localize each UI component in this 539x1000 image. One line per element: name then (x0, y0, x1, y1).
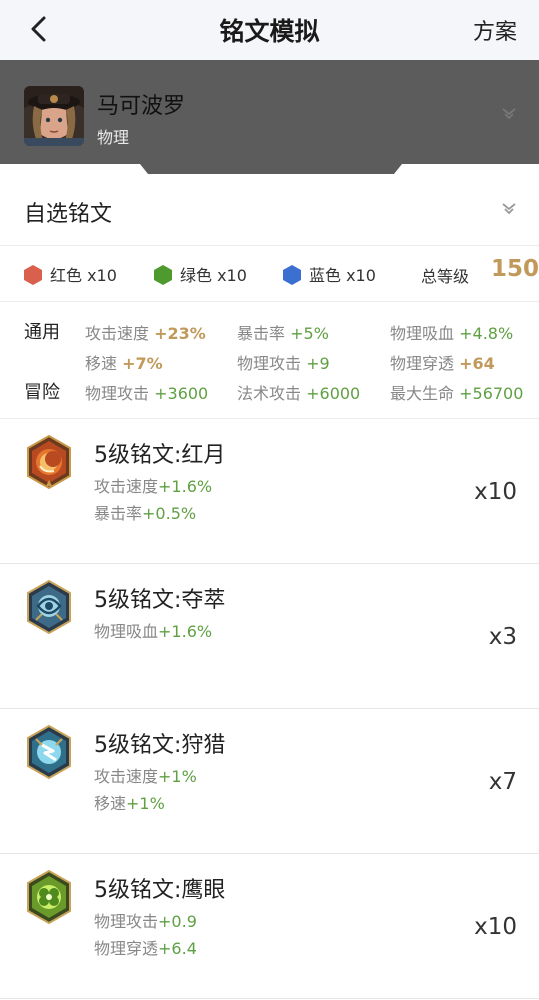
inscription-effect: 物理攻击+0.9 (94, 912, 197, 931)
stats-summary: 通用 冒险 攻击速度 +23% 暴击率 +5% 物理吸血 +4.8% 移速 +7… (0, 302, 539, 419)
red-hexagon-icon (24, 265, 42, 285)
stat-item: 法术攻击 +6000 (237, 384, 361, 403)
hero-panel-notch (140, 164, 402, 174)
stat-item: 移速 +7% (85, 354, 163, 373)
stat-item: 物理吸血 +4.8% (390, 324, 514, 343)
inscription-effect: 暴击率+0.5% (94, 504, 197, 523)
inscription-effect: 物理吸血+1.6% (94, 622, 213, 641)
hawkeye-icon (27, 870, 71, 924)
double-chevron-down-icon (502, 203, 516, 215)
inscription-count: x10 (474, 479, 517, 505)
inscription-effect: 攻击速度+1.6% (94, 477, 213, 496)
adventure-label: 冒险 (24, 382, 60, 403)
plan-button[interactable]: 方案 (473, 14, 517, 46)
stat-item: 攻击速度 +23% (85, 324, 206, 343)
green-hexagon-icon (154, 265, 172, 285)
green-count: 绿色 x10 (180, 266, 247, 285)
inscription-name: 5级铭文:红月 (94, 443, 226, 468)
hero-type: 物理 (97, 128, 130, 147)
inscription-effect: 移速+1% (94, 794, 165, 813)
inscription-row-hawkeye[interactable]: 5级铭文:鹰眼 物理攻击+0.9 物理穿透+6.4 x10 (0, 854, 539, 999)
stat-item: 物理攻击 +3600 (85, 384, 209, 403)
inscription-effect: 攻击速度+1% (94, 767, 197, 786)
hero-avatar (24, 86, 84, 146)
hunt-icon (27, 725, 71, 779)
inscription-count: x3 (488, 624, 517, 650)
total-level-label: 总等级 (421, 267, 470, 286)
red-count: 红色 x10 (50, 266, 117, 285)
stat-item: 暴击率 +5% (237, 324, 329, 343)
stat-item: 最大生命 +56700 (390, 384, 524, 403)
inscription-row-red-moon[interactable]: 5级铭文:红月 攻击速度+1.6% 暴击率+0.5% x10 (0, 419, 539, 564)
hero-selector[interactable]: 马可波罗 物理 (0, 60, 539, 164)
blue-count: 蓝色 x10 (309, 266, 376, 285)
blue-hexagon-icon (283, 265, 301, 285)
color-summary: 红色 x10 绿色 x10 蓝色 x10 总等级 150 (0, 246, 539, 302)
total-level-value: 150 (491, 256, 539, 282)
inscription-row-hunt[interactable]: 5级铭文:狩猎 攻击速度+1% 移速+1% x7 (0, 709, 539, 854)
general-label: 通用 (24, 322, 60, 343)
top-bar: 铭文模拟 方案 (0, 0, 539, 60)
page-title: 铭文模拟 (219, 17, 320, 46)
inscription-count: x7 (488, 769, 517, 795)
stat-item: 物理攻击 +9 (237, 354, 330, 373)
inscription-name: 5级铭文:狩猎 (94, 733, 226, 758)
preset-selector[interactable]: 自选铭文 (0, 174, 539, 246)
inscription-count: x10 (474, 914, 517, 940)
hero-name: 马可波罗 (97, 94, 186, 119)
stat-item: 物理穿透 +64 (390, 354, 495, 373)
plunder-icon (27, 580, 71, 634)
red-moon-icon (27, 435, 71, 489)
inscription-row-plunder[interactable]: 5级铭文:夺萃 物理吸血+1.6% x3 (0, 564, 539, 709)
inscription-name: 5级铭文:鹰眼 (94, 878, 226, 903)
preset-label: 自选铭文 (24, 202, 113, 227)
inscription-name: 5级铭文:夺萃 (94, 588, 226, 613)
double-chevron-down-icon (502, 108, 516, 120)
inscription-effect: 物理穿透+6.4 (94, 939, 197, 958)
